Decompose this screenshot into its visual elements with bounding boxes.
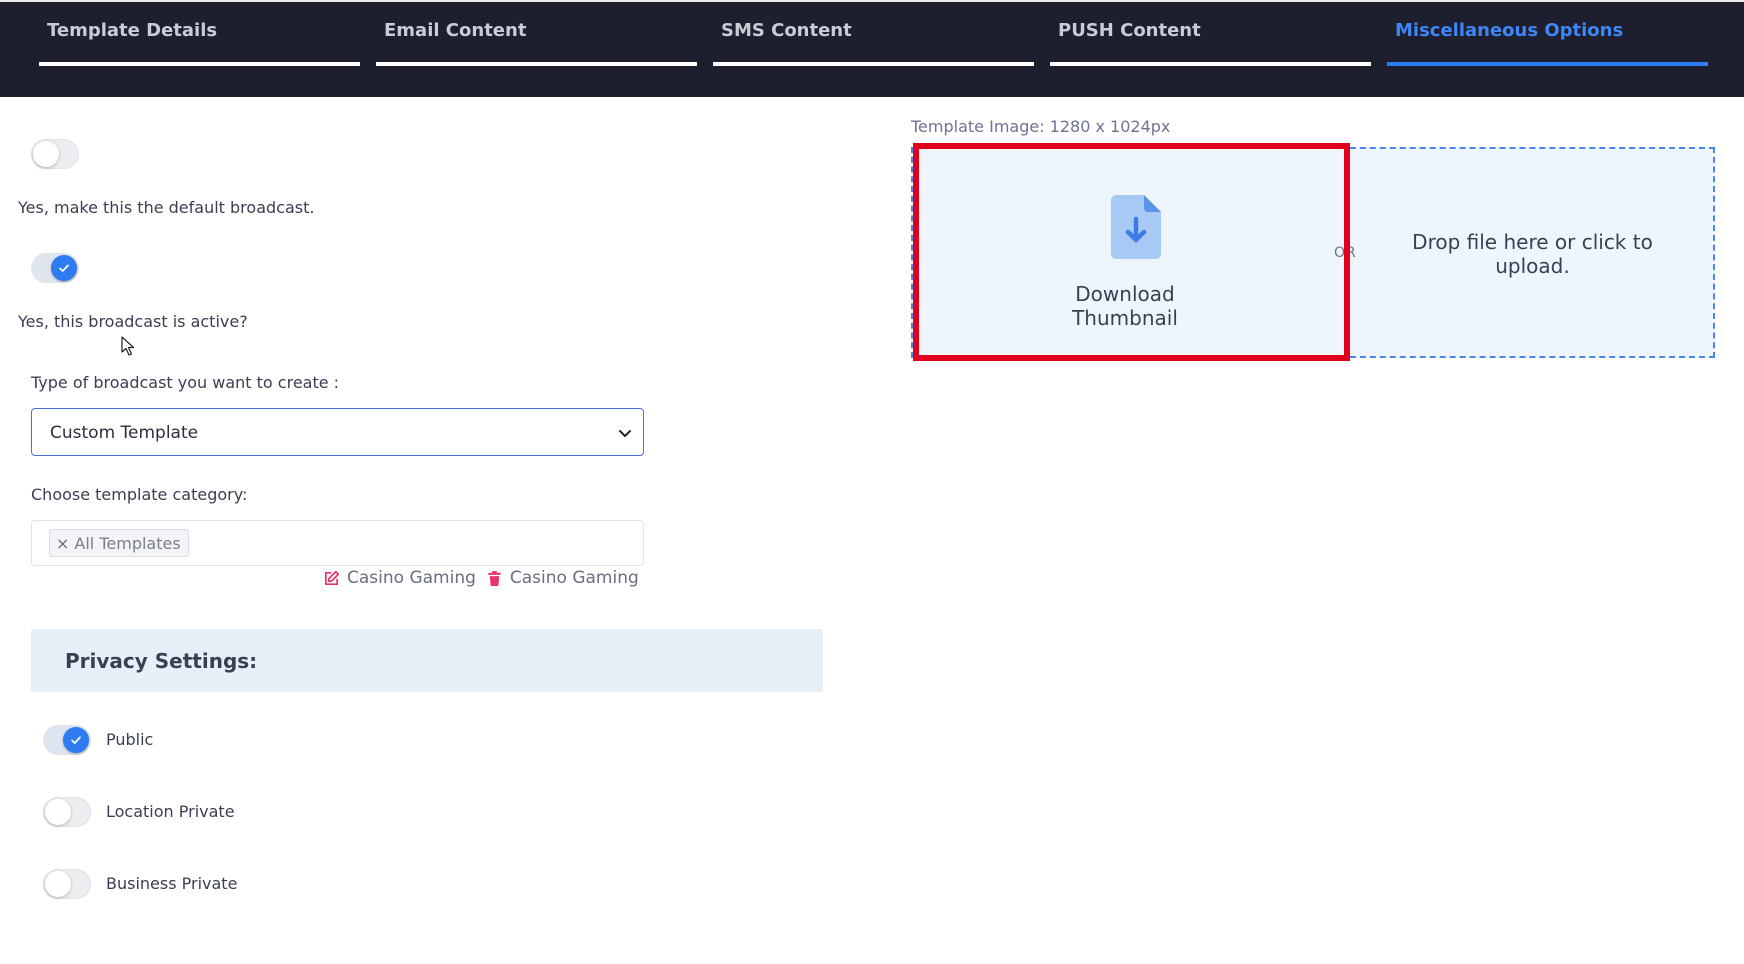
delete-category-label: Casino Gaming: [509, 568, 639, 588]
public-toggle[interactable]: [43, 725, 91, 755]
tab-email-content[interactable]: Email Content: [376, 2, 697, 66]
delete-category-button[interactable]: Casino Gaming: [486, 568, 639, 588]
tab-push-content[interactable]: PUSH Content: [1050, 2, 1371, 66]
location-private-toggle[interactable]: [43, 797, 91, 827]
category-chip: × All Templates: [49, 529, 189, 557]
tab-label: Miscellaneous Options: [1395, 20, 1624, 41]
location-private-label: Location Private: [106, 802, 235, 821]
chip-label: All Templates: [74, 533, 181, 553]
business-private-label: Business Private: [106, 874, 238, 893]
default-broadcast-label: Yes, make this the default broadcast.: [18, 198, 315, 217]
edit-category-button[interactable]: Casino Gaming: [323, 568, 476, 588]
check-icon: [63, 727, 89, 753]
chevron-down-icon: [619, 430, 631, 437]
edit-category-label: Casino Gaming: [347, 568, 476, 588]
tab-underline: [1050, 62, 1371, 66]
tab-label: PUSH Content: [1058, 20, 1201, 41]
tab-label: Email Content: [384, 20, 527, 41]
drop-file-text: Drop file here or click to upload.: [1412, 230, 1653, 278]
tab-sms-content[interactable]: SMS Content: [713, 2, 1034, 66]
tab-template-details[interactable]: Template Details: [39, 2, 360, 66]
check-icon: [51, 255, 77, 281]
broadcast-type-select[interactable]: Custom Template: [31, 408, 644, 456]
tab-label: SMS Content: [721, 20, 852, 41]
select-value: Custom Template: [50, 423, 199, 443]
trash-icon: [488, 570, 501, 586]
download-thumbnail-button[interactable]: [913, 143, 1350, 361]
privacy-settings-title: Privacy Settings:: [65, 649, 258, 673]
default-broadcast-toggle[interactable]: [31, 139, 79, 169]
template-category-select[interactable]: × All Templates: [31, 520, 644, 566]
tab-label: Template Details: [47, 20, 218, 41]
template-image-label: Template Image: 1280 x 1024px: [911, 117, 1171, 136]
mouse-cursor-icon: [121, 336, 135, 356]
tab-miscellaneous-options[interactable]: Miscellaneous Options: [1387, 2, 1708, 66]
toggle-knob: [33, 141, 59, 167]
category-actions: Casino Gaming Casino Gaming: [323, 566, 649, 590]
broadcast-type-label: Type of broadcast you want to create :: [31, 373, 340, 392]
toggle-knob: [45, 799, 71, 825]
tab-underline: [39, 62, 360, 66]
active-broadcast-label: Yes, this broadcast is active?: [18, 312, 248, 331]
public-label: Public: [106, 730, 154, 749]
edit-icon: [324, 570, 340, 585]
business-private-toggle[interactable]: [43, 869, 91, 899]
tab-underline: [1387, 62, 1708, 66]
tab-bar: Template Details Email Content SMS Conte…: [0, 0, 1744, 97]
active-broadcast-toggle[interactable]: [31, 253, 79, 283]
remove-chip-icon[interactable]: ×: [56, 534, 69, 553]
toggle-knob: [45, 871, 71, 897]
template-category-label: Choose template category:: [31, 485, 248, 504]
tab-underline: [376, 62, 697, 66]
tab-underline: [713, 62, 1034, 66]
privacy-settings-header: Privacy Settings:: [31, 629, 823, 692]
